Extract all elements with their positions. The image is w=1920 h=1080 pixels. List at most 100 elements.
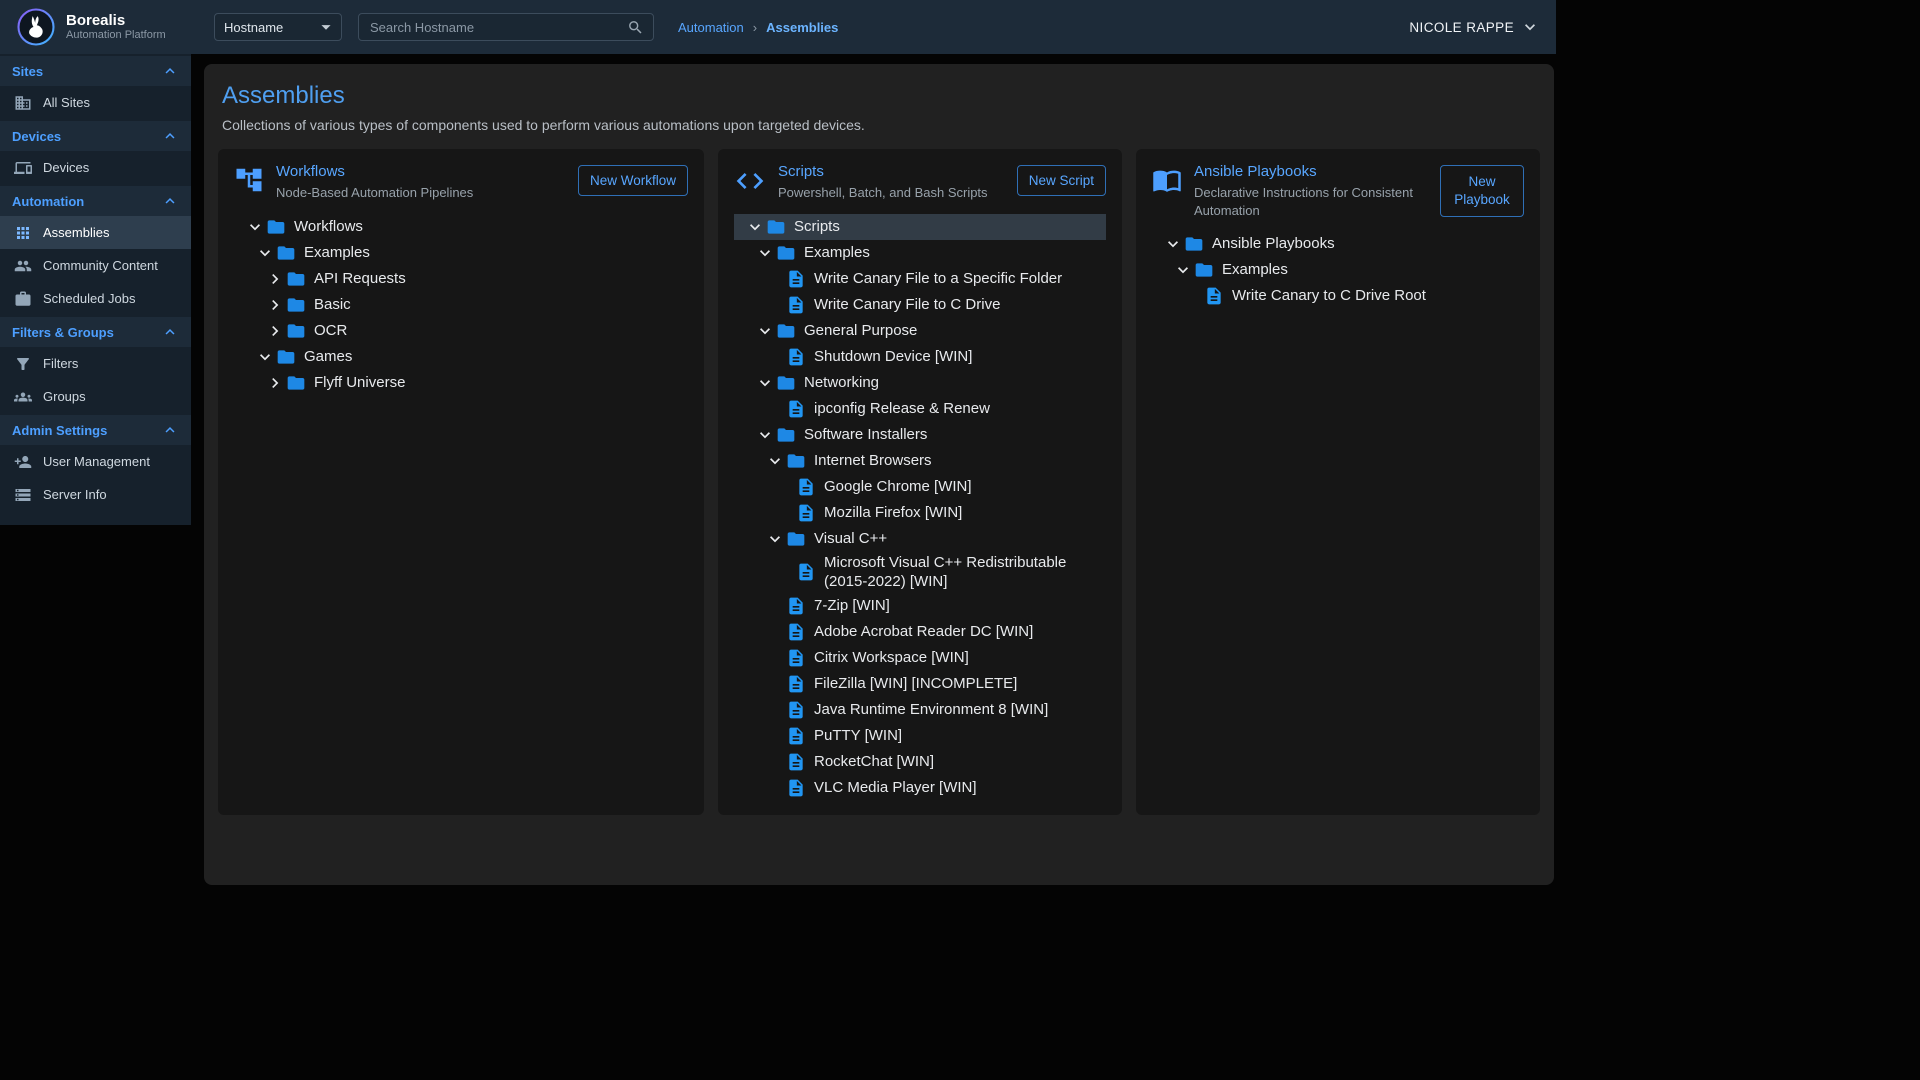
tree-item-flyff-universe[interactable]: Flyff Universe: [234, 370, 688, 396]
chevron-up-icon: [161, 323, 179, 341]
tree-toggle-icon[interactable]: [264, 295, 286, 315]
tree-toggle-icon[interactable]: [264, 373, 286, 393]
hostname-search[interactable]: [358, 13, 654, 41]
tree-item-filezilla-win-incomplete[interactable]: FileZilla [WIN] [INCOMPLETE]: [734, 671, 1106, 697]
user-menu[interactable]: NICOLE RAPPE: [1409, 17, 1540, 37]
assembly-cards: Workflows Node-Based Automation Pipeline…: [218, 149, 1540, 815]
tree-item-api-requests[interactable]: API Requests: [234, 266, 688, 292]
chevron-right-icon: [265, 321, 285, 341]
tree-item-label: RocketChat [WIN]: [814, 752, 934, 772]
tree-item-internet-browsers[interactable]: Internet Browsers: [734, 448, 1106, 474]
tree-toggle-icon[interactable]: [254, 243, 276, 263]
sidebar-section-filters-groups[interactable]: Filters & Groups: [0, 317, 191, 347]
breadcrumb-automation[interactable]: Automation: [678, 20, 744, 35]
tree-item-examples[interactable]: Examples: [1152, 257, 1524, 283]
tree-toggle-icon[interactable]: [754, 243, 776, 263]
tree-item-games[interactable]: Games: [234, 344, 688, 370]
chevron-down-icon: [745, 217, 765, 237]
sidebar-section-admin-settings[interactable]: Admin Settings: [0, 415, 191, 445]
sidebar-item-community-content[interactable]: Community Content: [0, 249, 191, 282]
tree-toggle-icon[interactable]: [264, 321, 286, 341]
tree-item-java-runtime-environment-8-win[interactable]: Java Runtime Environment 8 [WIN]: [734, 697, 1106, 723]
user-management-icon: [14, 453, 32, 471]
sidebar-section-sites[interactable]: Sites: [0, 56, 191, 86]
tree-item-shutdown-device-win[interactable]: Shutdown Device [WIN]: [734, 344, 1106, 370]
tree-toggle-icon[interactable]: [264, 269, 286, 289]
tree-item-label: Networking: [804, 373, 879, 393]
chevron-up-icon: [161, 421, 179, 439]
sidebar-item-assemblies[interactable]: Assemblies: [0, 216, 191, 249]
new-playbook-button[interactable]: New Playbook: [1440, 165, 1524, 217]
new-workflow-button[interactable]: New Workflow: [578, 165, 688, 196]
tree-item-write-canary-file-to-a-specific-folder[interactable]: Write Canary File to a Specific Folder: [734, 266, 1106, 292]
search-input[interactable]: [368, 19, 627, 36]
sidebar-item-scheduled-jobs[interactable]: Scheduled Jobs: [0, 282, 191, 315]
tree-toggle-icon[interactable]: [254, 347, 276, 367]
sidebar-item-devices[interactable]: Devices: [0, 151, 191, 184]
tree-toggle-icon[interactable]: [754, 373, 776, 393]
tree-item-rocketchat-win[interactable]: RocketChat [WIN]: [734, 749, 1106, 775]
tree-toggle-icon[interactable]: [764, 529, 786, 549]
tree-item-scripts[interactable]: Scripts: [734, 214, 1106, 240]
sidebar-section-label: Automation: [12, 194, 84, 209]
file-icon: [786, 726, 806, 746]
community-icon: [14, 257, 32, 275]
hostname-dropdown[interactable]: Hostname: [214, 13, 342, 41]
sidebar-item-user-management[interactable]: User Management: [0, 445, 191, 478]
tree-item-write-canary-to-c-drive-root[interactable]: Write Canary to C Drive Root: [1152, 283, 1524, 309]
tree-item-workflows[interactable]: Workflows: [234, 214, 688, 240]
folder-icon: [776, 243, 796, 263]
tree-item-citrix-workspace-win[interactable]: Citrix Workspace [WIN]: [734, 645, 1106, 671]
tree-item-software-installers[interactable]: Software Installers: [734, 422, 1106, 448]
tree-item-google-chrome-win[interactable]: Google Chrome [WIN]: [734, 474, 1106, 500]
tree-toggle-icon[interactable]: [1162, 234, 1184, 254]
sidebar-section-devices[interactable]: Devices: [0, 121, 191, 151]
sidebar-item-all-sites[interactable]: All Sites: [0, 86, 191, 119]
folder-icon: [276, 347, 296, 367]
folder-icon: [776, 425, 796, 445]
sidebar-item-groups[interactable]: Groups: [0, 380, 191, 413]
folder-icon: [276, 243, 296, 263]
folder-icon: [1194, 260, 1214, 280]
folder-icon: [786, 529, 806, 549]
sidebar-item-label: Server Info: [43, 487, 107, 502]
tree-item-mozilla-firefox-win[interactable]: Mozilla Firefox [WIN]: [734, 500, 1106, 526]
tree-item-examples[interactable]: Examples: [234, 240, 688, 266]
sidebar-section-automation[interactable]: Automation: [0, 186, 191, 216]
tree-item-microsoft-visual-c-redistributable-2015-2022-win[interactable]: Microsoft Visual C++ Redistributable (20…: [734, 552, 1106, 593]
tree-item-adobe-acrobat-reader-dc-win[interactable]: Adobe Acrobat Reader DC [WIN]: [734, 619, 1106, 645]
devices-icon: [14, 159, 32, 177]
tree-item-networking[interactable]: Networking: [734, 370, 1106, 396]
tree-toggle-icon[interactable]: [754, 321, 776, 341]
tree-item-general-purpose[interactable]: General Purpose: [734, 318, 1106, 344]
tree-item-vlc-media-player-win[interactable]: VLC Media Player [WIN]: [734, 775, 1106, 801]
tree-toggle-icon[interactable]: [744, 217, 766, 237]
file-icon: [786, 269, 806, 289]
tree-item-ansible-playbooks[interactable]: Ansible Playbooks: [1152, 231, 1524, 257]
file-icon: [786, 399, 806, 419]
tree-toggle-icon[interactable]: [1172, 260, 1194, 280]
tree-toggle-icon[interactable]: [764, 451, 786, 471]
chevron-up-icon: [161, 62, 179, 80]
file-icon: [786, 347, 806, 367]
tree-item-write-canary-file-to-c-drive[interactable]: Write Canary File to C Drive: [734, 292, 1106, 318]
arrow-drop-down-icon: [315, 16, 337, 38]
folder-icon: [286, 373, 306, 393]
file-icon: [1204, 286, 1224, 306]
tree-item-examples[interactable]: Examples: [734, 240, 1106, 266]
tree-item-7-zip-win[interactable]: 7-Zip [WIN]: [734, 593, 1106, 619]
tree-item-ocr[interactable]: OCR: [234, 318, 688, 344]
new-script-button[interactable]: New Script: [1017, 165, 1106, 196]
sidebar-item-filters[interactable]: Filters: [0, 347, 191, 380]
tree-item-basic[interactable]: Basic: [234, 292, 688, 318]
folder-icon: [786, 451, 806, 471]
breadcrumb-assemblies[interactable]: Assemblies: [766, 20, 838, 35]
tree-toggle-icon[interactable]: [244, 217, 266, 237]
sidebar-item-server-info[interactable]: Server Info: [0, 478, 191, 511]
tree-item-putty-win[interactable]: PuTTY [WIN]: [734, 723, 1106, 749]
brand[interactable]: Borealis Automation Platform: [16, 7, 196, 47]
tree-item-visual-c[interactable]: Visual C++: [734, 526, 1106, 552]
tree-item-ipconfig-release-renew[interactable]: ipconfig Release & Renew: [734, 396, 1106, 422]
page-title: Assemblies: [222, 82, 1540, 110]
tree-toggle-icon[interactable]: [754, 425, 776, 445]
